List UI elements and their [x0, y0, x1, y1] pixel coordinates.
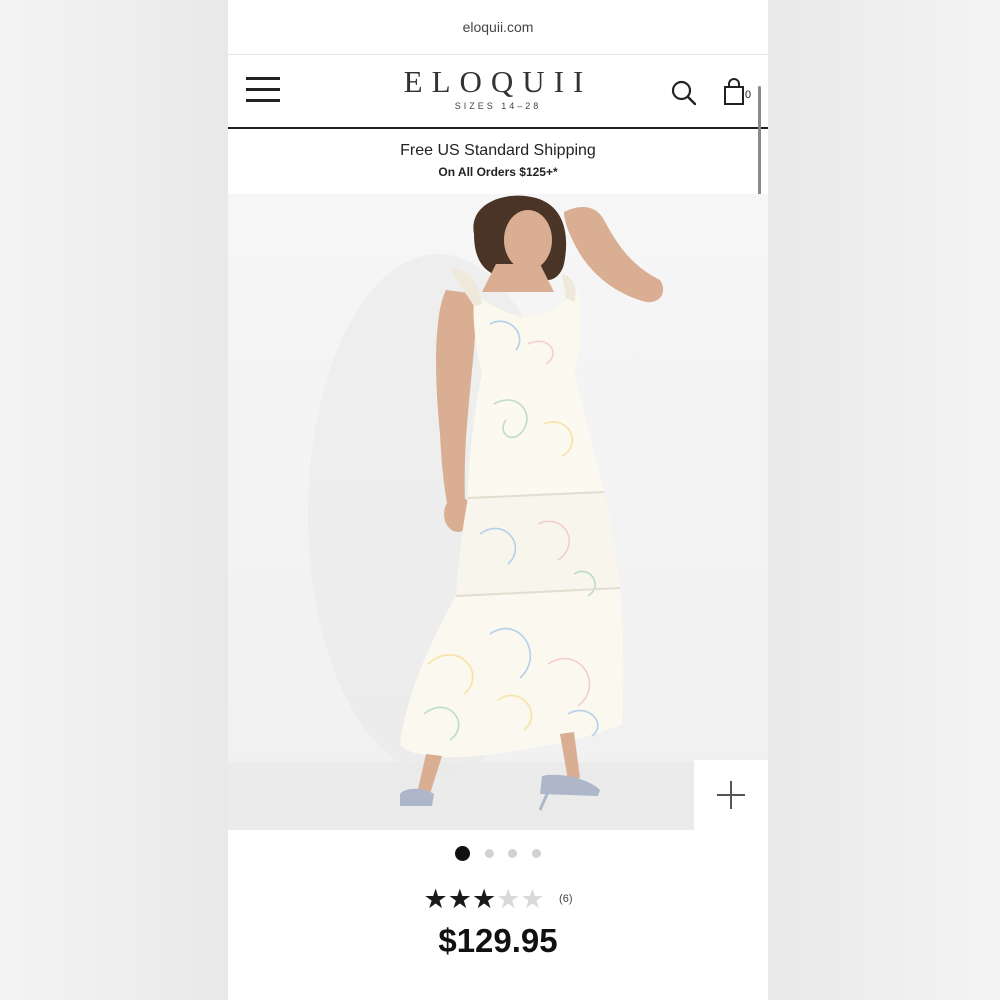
carousel-dot-2[interactable]	[484, 849, 494, 859]
product-image[interactable]	[228, 194, 768, 830]
image-carousel-pager	[228, 845, 768, 863]
product-rating[interactable]: ★★★★★ (6)	[228, 882, 768, 916]
page-background-left	[0, 0, 228, 1000]
product-price: $129.95	[438, 922, 558, 959]
promo-title: Free US Standard Shipping	[400, 142, 596, 159]
site-header: ELOQUII SIZES 14–28 0	[228, 55, 768, 129]
star-empty-icon: ★	[496, 884, 521, 914]
model-photo-illustration	[228, 195, 768, 830]
page-background-right	[768, 0, 1000, 1000]
carousel-dot-1[interactable]	[455, 846, 471, 862]
plus-icon	[717, 781, 745, 809]
cart-count: 0	[745, 89, 752, 101]
search-icon[interactable]	[670, 79, 698, 107]
browser-address-bar[interactable]: eloquii.com	[228, 0, 768, 55]
url-text: eloquii.com	[462, 19, 534, 35]
carousel-dot-3[interactable]	[508, 849, 518, 859]
shopping-bag-icon[interactable]	[722, 77, 746, 107]
review-count[interactable]: (6)	[559, 893, 572, 905]
star-filled-icon: ★	[423, 884, 448, 914]
star-empty-icon: ★	[520, 884, 545, 914]
brand-logo[interactable]: ELOQUII SIZES 14–28	[348, 64, 648, 112]
carousel-dot-4[interactable]	[531, 849, 541, 859]
star-filled-icon: ★	[471, 884, 497, 914]
hamburger-menu-icon[interactable]	[246, 77, 280, 103]
promo-subtitle: On All Orders $125+*	[438, 165, 558, 179]
brand-name: ELOQUII	[403, 64, 593, 99]
zoom-image-button[interactable]	[694, 760, 768, 830]
shipping-promo-banner[interactable]: Free US Standard Shipping On All Orders …	[228, 130, 768, 194]
brand-tagline: SIZES 14–28	[454, 101, 542, 111]
mobile-screen: eloquii.com ELOQUII SIZES 14–28 0 Free U…	[228, 0, 768, 1000]
star-filled-icon: ★	[447, 884, 472, 914]
